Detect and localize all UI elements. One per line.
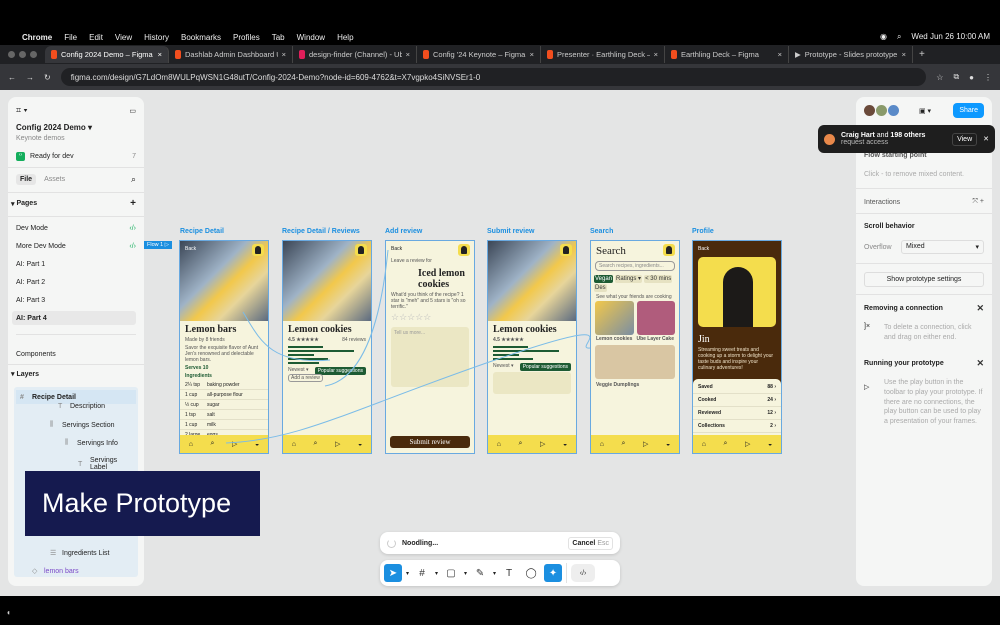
play-icon: ▷ [864, 384, 870, 391]
close-icon[interactable]: ✕ [976, 303, 984, 314]
ai-status-bar: Noodling... Cancel Esc [380, 532, 620, 554]
right-panel: ▣ ▾ Share Flow starting point Click - to… [856, 97, 992, 586]
speaker-icon[interactable]: ◖ [6, 608, 11, 617]
text-tool-icon[interactable]: T [500, 564, 518, 582]
overflow-select[interactable]: Mixed ▾ [901, 240, 984, 254]
rectangle-tool-icon[interactable]: ▢ [442, 564, 460, 582]
collaborator-avatars[interactable] [864, 105, 899, 116]
cancel-button[interactable]: Cancel Esc [568, 536, 613, 550]
close-icon[interactable]: ✕ [976, 358, 984, 369]
connection-line[interactable] [324, 249, 389, 387]
share-button[interactable]: Share [953, 103, 984, 118]
avatar [824, 133, 835, 145]
ai-tool-icon[interactable]: ✦ [544, 564, 563, 582]
frame-tool-icon[interactable]: # [413, 564, 431, 582]
spinner-icon [387, 538, 396, 548]
show-prototype-settings-button[interactable]: Show prototype settings [864, 272, 984, 287]
disconnect-icon: ]× [864, 323, 871, 330]
close-icon[interactable]: ✕ [983, 135, 989, 143]
comment-tool-icon[interactable]: ◯ [522, 564, 540, 582]
toolbar: ➤ ▾ # ▾ ▢ ▾ ✎ ▾ T ◯ ✦ ‹/› [380, 560, 620, 586]
add-interaction-icon[interactable]: ⤧ + [972, 198, 984, 206]
connection-line[interactable] [242, 311, 331, 362]
connection-line[interactable] [225, 334, 591, 444]
dev-mode-toggle[interactable]: ‹/› [571, 564, 596, 582]
view-button[interactable]: View [952, 132, 978, 146]
move-tool-icon[interactable]: ➤ [384, 564, 402, 582]
present-icon[interactable]: ▣ ▾ [919, 107, 931, 115]
access-request-toast: Craig Hart and 198 others request access … [818, 125, 995, 153]
pen-tool-icon[interactable]: ✎ [471, 564, 489, 582]
